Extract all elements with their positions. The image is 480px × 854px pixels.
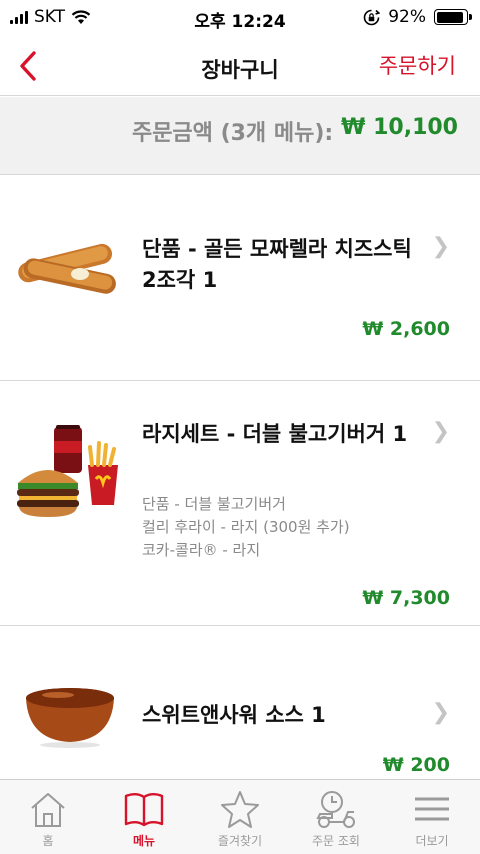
tab-menu[interactable]: 메뉴: [96, 780, 192, 854]
hamburger-menu-icon: [415, 797, 449, 821]
item-name: 단품 - 골든 모짜렐라 치즈스틱 2조각 1: [142, 237, 412, 292]
order-summary: 주문금액 (3개 메뉴): ₩ 10,100: [0, 97, 480, 175]
item-price: ₩ 200: [382, 754, 450, 776]
item-price: ₩ 7,300: [362, 587, 450, 609]
cart-item[interactable]: 단품 - 골든 모짜렐라 치즈스틱 2조각 1 ❯ ₩ 2,600: [0, 176, 480, 381]
nav-bar: 장바구니 주문하기: [0, 36, 480, 96]
order-button[interactable]: 주문하기: [379, 50, 456, 80]
tab-label: 홈: [42, 834, 54, 848]
item-option: 컬리 후라이 - 라지 (300원 추가): [142, 518, 350, 536]
tab-label: 메뉴: [132, 834, 156, 848]
tab-bar: 홈 메뉴 즐겨찾기 주문 조회 더보기: [0, 779, 480, 854]
tab-more[interactable]: 더보기: [384, 780, 480, 854]
back-button[interactable]: [10, 48, 46, 84]
battery-icon: [434, 9, 472, 25]
status-bar: SKT 오후 12:24 92%: [0, 0, 480, 36]
chevron-left-icon: [20, 51, 36, 81]
order-total: ₩ 10,100: [341, 115, 458, 140]
home-icon: [31, 793, 65, 827]
item-price: ₩ 2,600: [362, 318, 450, 340]
item-options: 단품 - 더블 불고기버거 컬리 후라이 - 라지 (300원 추가) 코카-콜…: [142, 493, 350, 562]
battery-percent: 92%: [388, 7, 426, 27]
tab-label: 더보기: [415, 834, 449, 848]
order-summary-text: 주문금액 (3개 메뉴): ₩ 10,100: [132, 115, 458, 147]
order-summary-label: 주문금액 (3개 메뉴):: [131, 121, 334, 146]
item-name: 라지세트 - 더블 불고기버거 1: [142, 422, 408, 446]
tab-order-status[interactable]: 주문 조회: [288, 780, 384, 854]
tab-home[interactable]: 홈: [0, 780, 96, 854]
tab-label: 주문 조회: [312, 834, 360, 848]
cheese-sticks-image: [18, 243, 116, 294]
chevron-right-icon: ❯: [431, 700, 450, 725]
menu-book-icon: [124, 793, 164, 827]
status-bar-right: 92%: [363, 7, 472, 27]
cart-item[interactable]: 라지세트 - 더블 불고기버거 1 ❯ 단품 - 더블 불고기버거 컬리 후라이…: [0, 381, 480, 626]
tab-label: 즐겨찾기: [217, 834, 263, 848]
burger-set-image: [17, 425, 118, 517]
sauce-image: [26, 688, 114, 748]
item-name: 스위트앤사워 소스 1: [142, 703, 326, 727]
item-option: 단품 - 더블 불고기버거: [142, 495, 286, 513]
delivery-scooter-icon: [316, 791, 355, 828]
battery-fill: [436, 11, 464, 23]
star-icon: [221, 791, 259, 828]
tab-favorites[interactable]: 즐겨찾기: [192, 780, 288, 854]
cart-item[interactable]: 스위트앤사워 소스 1 ❯ ₩ 200: [0, 626, 480, 779]
chevron-right-icon: ❯: [431, 419, 450, 444]
item-option: 코카-콜라® - 라지: [142, 541, 261, 559]
chevron-right-icon: ❯: [431, 234, 450, 259]
rotation-lock-icon: [363, 9, 381, 25]
